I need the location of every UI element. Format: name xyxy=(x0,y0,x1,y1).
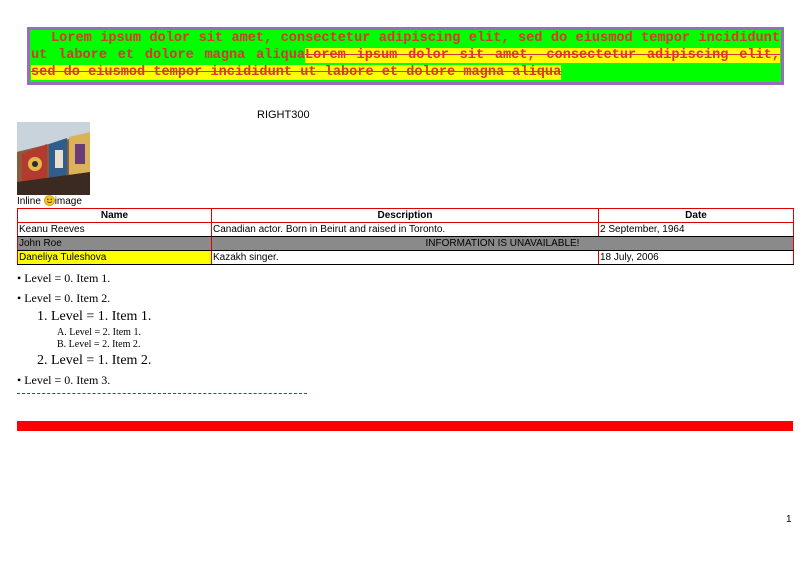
list-item: 1. Level = 1. Item 1. xyxy=(17,309,151,325)
cell-date: 18 July, 2006 xyxy=(598,250,794,265)
list-item-text: Level = 0. Item 2. xyxy=(24,291,111,305)
caption-before: Inline xyxy=(17,196,41,207)
list-item: A. Level = 2. Item 1. xyxy=(17,327,151,339)
bullet-marker: • xyxy=(17,291,22,305)
red-bar xyxy=(17,421,793,431)
list-item: B. Level = 2. Item 2. xyxy=(17,339,151,351)
right-label: RIGHT300 xyxy=(257,109,310,121)
number-marker: 2. xyxy=(37,353,48,368)
list-item-text: Level = 2. Item 1. xyxy=(69,327,141,338)
caption-after: image xyxy=(54,196,82,207)
cell-description: Canadian actor. Born in Beirut and raise… xyxy=(211,222,599,237)
letter-marker: B. xyxy=(57,339,67,350)
mural-image xyxy=(17,122,90,195)
bullet-marker: • xyxy=(17,271,22,285)
list-item: • Level = 0. Item 2. xyxy=(17,291,151,305)
cell-name: Keanu Reeves xyxy=(17,222,212,237)
people-table: Name Description Date Keanu Reeves Canad… xyxy=(17,208,794,265)
header-name: Name xyxy=(17,208,212,223)
number-marker: 1. xyxy=(37,309,48,324)
cell-description: Kazakh singer. xyxy=(211,250,599,265)
nested-list: • Level = 0. Item 1. • Level = 0. Item 2… xyxy=(17,271,151,387)
table-row: Daneliya Tuleshova Kazakh singer. 18 Jul… xyxy=(17,250,794,265)
table-row: John Roe INFORMATION IS UNAVAILABLE! xyxy=(17,236,794,251)
cell-date: 2 September, 1964 xyxy=(598,222,794,237)
lorem-banner: Lorem ipsum dolor sit amet, consectetur … xyxy=(27,27,784,85)
list-item-text: Level = 2. Item 2. xyxy=(68,339,141,350)
cell-merged-unavailable: INFORMATION IS UNAVAILABLE! xyxy=(211,236,794,251)
table-row: Keanu Reeves Canadian actor. Born in Bei… xyxy=(17,222,794,237)
header-description: Description xyxy=(211,208,599,223)
list-item-text: Level = 0. Item 1. xyxy=(24,271,111,285)
list-item: • Level = 0. Item 3. xyxy=(17,373,151,387)
list-item: • Level = 0. Item 1. xyxy=(17,271,151,285)
page-number: 1 xyxy=(786,514,792,525)
bullet-marker: • xyxy=(17,373,22,387)
table-header-row: Name Description Date xyxy=(17,208,794,223)
dashed-divider xyxy=(17,393,307,394)
cell-name: Daneliya Tuleshova xyxy=(17,250,212,265)
header-date: Date xyxy=(598,208,794,223)
cell-name: John Roe xyxy=(17,236,212,251)
letter-marker: A. xyxy=(57,327,67,338)
list-item-text: Level = 1. Item 2. xyxy=(51,353,152,368)
list-item-text: Level = 0. Item 3. xyxy=(24,373,111,387)
list-item: 2. Level = 1. Item 2. xyxy=(17,353,151,369)
mural-photo xyxy=(17,122,90,195)
list-item-text: Level = 1. Item 1. xyxy=(51,309,152,324)
